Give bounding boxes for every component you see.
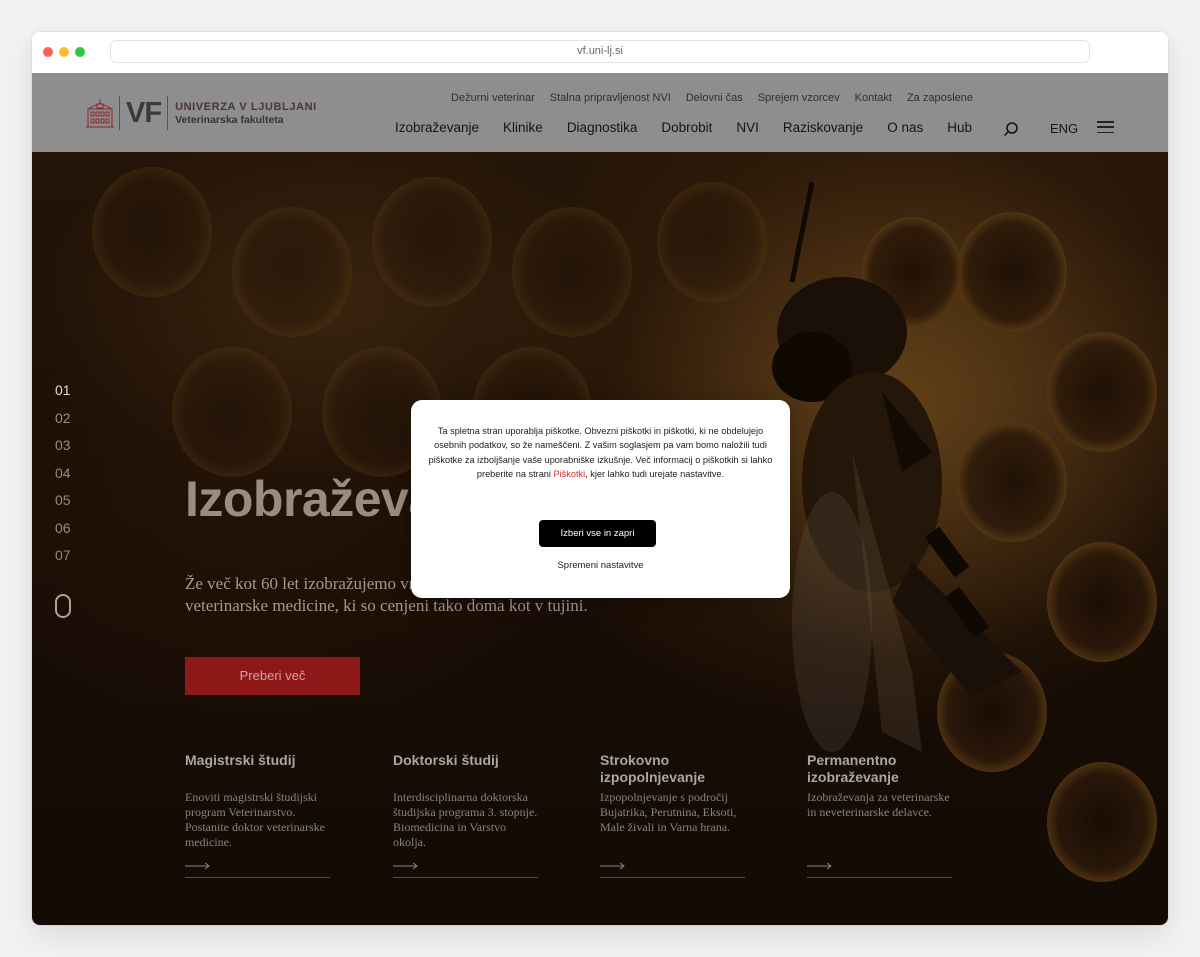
nav-item-nvi[interactable]: NVI <box>736 120 759 135</box>
arrow-right-icon <box>600 862 625 870</box>
nav-item-raziskovanje[interactable]: Raziskovanje <box>783 120 863 135</box>
card-divider <box>393 877 538 878</box>
cookie-settings-link[interactable]: Spremeni nastavitve <box>411 560 790 571</box>
address-bar[interactable]: vf.uni-lj.si <box>110 40 1090 63</box>
nav-item-izobrazevanje[interactable]: Izobraževanje <box>395 120 479 135</box>
slide-number[interactable]: 03 <box>55 437 71 453</box>
browser-window: vf.uni-lj.si VF UNIVERZA V LJUBLJANI Vet… <box>32 32 1168 925</box>
arrow-right-icon <box>807 862 832 870</box>
menu-icon[interactable] <box>1097 121 1114 135</box>
minimize-window-button[interactable] <box>59 47 69 57</box>
top-link-delovni-cas[interactable]: Delovni čas <box>686 92 743 104</box>
top-link-sprejem-vzorcev[interactable]: Sprejem vzorcev <box>758 92 840 104</box>
card-title: Strokovno izpopolnjevanje <box>600 752 706 785</box>
main-nav: Izobraževanje Klinike Diagnostika Dobrob… <box>395 120 972 135</box>
nav-item-hub[interactable]: Hub <box>947 120 972 135</box>
card-doktorski-studij[interactable]: Doktorski študij Interdisciplinarna dokt… <box>393 752 538 878</box>
scroll-indicator-icon <box>55 594 71 618</box>
nav-item-klinike[interactable]: Klinike <box>503 120 543 135</box>
logo-abbr: VF <box>119 96 162 130</box>
top-link-stalna-pripravljenost[interactable]: Stalna pripravljenost NVI <box>550 92 671 104</box>
card-title: Permanentno izobraževanje <box>807 752 899 785</box>
site-header: VF UNIVERZA V LJUBLJANI Veterinarska fak… <box>32 73 1168 152</box>
cookie-consent-text: Ta spletna stran uporablja piškotke. Obv… <box>427 424 774 482</box>
nav-item-diagnostika[interactable]: Diagnostika <box>567 120 638 135</box>
card-divider <box>807 877 952 878</box>
slide-pagination: 01 02 03 04 05 06 07 <box>55 382 71 575</box>
slide-number[interactable]: 07 <box>55 547 71 563</box>
read-more-button[interactable]: Preberi več <box>185 657 360 695</box>
card-title: Magistrski študij <box>185 752 296 768</box>
card-title: Doktorski študij <box>393 752 499 768</box>
top-link-dezurni-veterinar[interactable]: Dežurni veterinar <box>451 92 535 104</box>
card-text: Interdisciplinarna doktorska študijska p… <box>393 790 538 849</box>
card-divider <box>185 877 330 878</box>
language-switch[interactable]: ENG <box>1050 121 1078 136</box>
logo-faculty: Veterinarska fakulteta <box>175 113 284 126</box>
slide-number[interactable]: 04 <box>55 465 71 481</box>
cookie-consent-dialog: Ta spletna stran uporablja piškotke. Obv… <box>411 400 790 598</box>
maximize-window-button[interactable] <box>75 47 85 57</box>
web-page: VF UNIVERZA V LJUBLJANI Veterinarska fak… <box>32 73 1168 925</box>
search-icon[interactable] <box>1003 121 1019 137</box>
logo-text: UNIVERZA V LJUBLJANI Veterinarska fakult… <box>167 96 317 130</box>
card-text: Izpopolnjevanje s področij Bujatrika, Pe… <box>600 790 737 834</box>
nav-item-o-nas[interactable]: O nas <box>887 120 923 135</box>
card-magistrski-studij[interactable]: Magistrski študij Enoviti magistrski štu… <box>185 752 330 878</box>
arrow-right-icon <box>393 862 418 870</box>
close-window-button[interactable] <box>43 47 53 57</box>
cookie-text-after: , kjer lahko tudi urejate nastavitve. <box>585 469 725 480</box>
slide-number[interactable]: 02 <box>55 410 71 426</box>
card-text: Izobraževanja za veterinarske in neveter… <box>807 790 950 819</box>
secondary-nav: Dežurni veterinar Stalna pripravljenost … <box>451 92 973 104</box>
card-permanentno-izobrazevanje[interactable]: Permanentno izobraževanje Izobraževanja … <box>807 752 952 878</box>
accept-all-cookies-button[interactable]: Izberi vse in zapri <box>539 520 656 547</box>
nav-item-dobrobit[interactable]: Dobrobit <box>661 120 712 135</box>
card-text: Enoviti magistrski študijski program Vet… <box>185 790 325 849</box>
card-strokovno-izpopolnjevanje[interactable]: Strokovno izpopolnjevanje Izpopolnjevanj… <box>600 752 745 878</box>
arrow-right-icon <box>185 862 210 870</box>
slide-number[interactable]: 06 <box>55 520 71 536</box>
site-logo[interactable]: VF UNIVERZA V LJUBLJANI Veterinarska fak… <box>86 94 317 132</box>
top-link-kontakt[interactable]: Kontakt <box>855 92 892 104</box>
slide-number[interactable]: 01 <box>55 382 71 398</box>
building-logo-icon <box>86 99 114 128</box>
card-divider <box>600 877 745 878</box>
logo-university: UNIVERZA V LJUBLJANI <box>175 100 317 113</box>
top-link-za-zaposlene[interactable]: Za zaposlene <box>907 92 973 104</box>
cookie-policy-link[interactable]: Piškotki <box>554 469 586 479</box>
slide-number[interactable]: 05 <box>55 492 71 508</box>
browser-chrome: vf.uni-lj.si <box>32 32 1168 73</box>
